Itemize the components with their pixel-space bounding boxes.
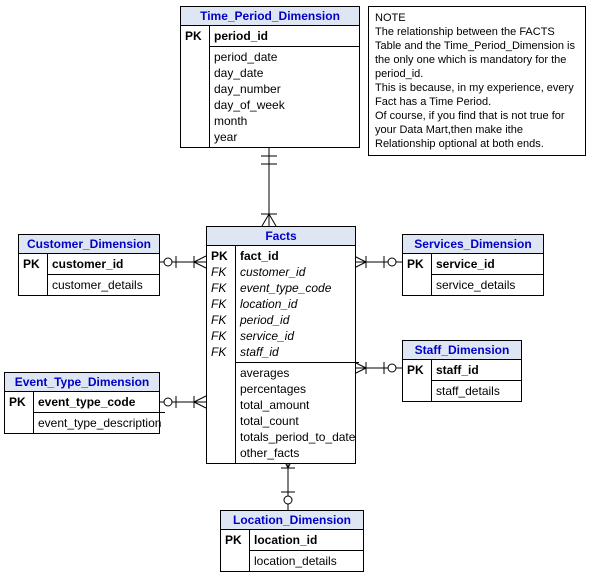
entity-title: Location_Dimension: [221, 511, 363, 530]
fk-field: customer_id: [240, 264, 355, 280]
fk-label: FK: [211, 264, 231, 280]
entity-title: Services_Dimension: [403, 235, 543, 254]
fk-label: FK: [211, 328, 231, 344]
field: customer_details: [52, 277, 155, 293]
note-text: This is because, in my experience, every…: [375, 81, 579, 109]
pk-field: staff_id: [436, 362, 517, 378]
field: day_number: [214, 81, 355, 97]
field: total_amount: [240, 397, 355, 413]
pk-field: event_type_code: [38, 394, 161, 410]
fk-field: staff_id: [240, 344, 355, 360]
note-text: The relationship between the FACTS Table…: [375, 25, 579, 81]
entity-event-type-dimension: Event_Type_Dimension PK event_type_code …: [4, 372, 160, 434]
entity-title: Event_Type_Dimension: [5, 373, 159, 392]
entity-facts: Facts PK FK FK FK FK FK FK fact_id custo…: [206, 226, 356, 464]
field: averages: [240, 365, 355, 381]
pk-label: PK: [9, 394, 29, 410]
entity-location-dimension: Location_Dimension PK location_id locati…: [220, 510, 364, 572]
field: location_details: [254, 553, 359, 569]
pk-label: PK: [23, 256, 43, 272]
entity-customer-dimension: Customer_Dimension PK customer_id custom…: [18, 234, 160, 296]
field: event_type_description: [38, 415, 161, 431]
field: day_of_week: [214, 97, 355, 113]
field: total_count: [240, 413, 355, 429]
fk-label: FK: [211, 312, 231, 328]
entity-title: Time_Period_Dimension: [181, 7, 359, 26]
fk-field: period_id: [240, 312, 355, 328]
note-text: Of course, if you find that is not true …: [375, 109, 579, 151]
field: other_facts: [240, 445, 355, 461]
entity-services-dimension: Services_Dimension PK service_id service…: [402, 234, 544, 296]
pk-field: customer_id: [52, 256, 155, 272]
fk-field: service_id: [240, 328, 355, 344]
fk-field: event_type_code: [240, 280, 355, 296]
fk-label: FK: [211, 280, 231, 296]
pk-label: PK: [185, 28, 205, 44]
pk-label: PK: [211, 248, 231, 264]
pk-field: fact_id: [240, 248, 355, 264]
pk-label: PK: [225, 532, 245, 548]
note-title: NOTE: [375, 11, 579, 25]
field: year: [214, 129, 355, 145]
pk-field: period_id: [214, 28, 355, 44]
pk-field: location_id: [254, 532, 359, 548]
field: percentages: [240, 381, 355, 397]
entity-title: Staff_Dimension: [403, 341, 521, 360]
fk-label: FK: [211, 296, 231, 312]
fk-field: location_id: [240, 296, 355, 312]
pk-label: PK: [407, 256, 427, 272]
note-box: NOTE The relationship between the FACTS …: [368, 6, 586, 156]
field: staff_details: [436, 383, 517, 399]
field: totals_period_to_date: [240, 429, 355, 445]
field: period_date: [214, 49, 355, 65]
entity-title: Facts: [207, 227, 355, 246]
field: service_details: [436, 277, 539, 293]
pk-field: service_id: [436, 256, 539, 272]
er-diagram: Time_Period_Dimension PK period_id perio…: [0, 0, 589, 574]
entity-staff-dimension: Staff_Dimension PK staff_id staff_detail…: [402, 340, 522, 402]
pk-label: PK: [407, 362, 427, 378]
entity-time-period-dimension: Time_Period_Dimension PK period_id perio…: [180, 6, 360, 148]
field: month: [214, 113, 355, 129]
fk-label: FK: [211, 344, 231, 360]
entity-title: Customer_Dimension: [19, 235, 159, 254]
field: day_date: [214, 65, 355, 81]
